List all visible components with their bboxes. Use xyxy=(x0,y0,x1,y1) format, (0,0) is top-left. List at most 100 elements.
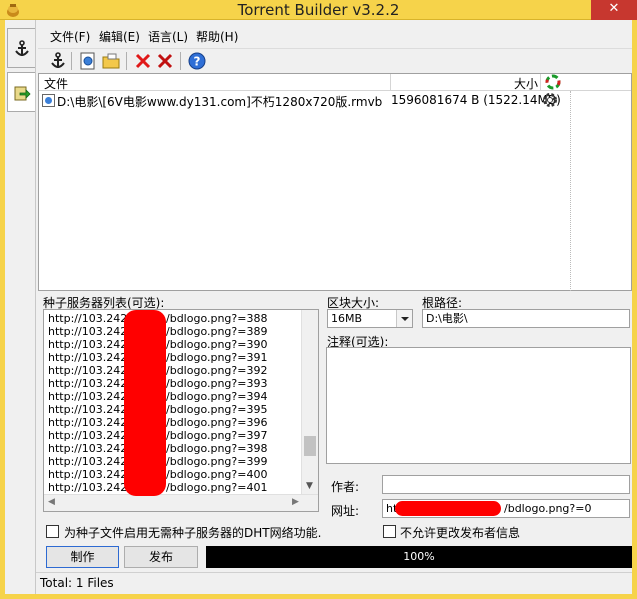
remove-all-icon[interactable] xyxy=(155,51,175,71)
author-label: 作者: xyxy=(331,480,360,494)
file-name: D:\电影\[6V电影www.dy131.com]不朽1280x720版.rmv… xyxy=(57,95,383,109)
column-gridline xyxy=(570,91,571,291)
tracker-url-prefix: http://103.242. xyxy=(48,338,131,351)
tracker-url-suffix: /bdlogo.png?=398 xyxy=(166,442,268,455)
tab-create[interactable] xyxy=(7,28,35,68)
tracker-item[interactable]: http://103.242. /bdlogo.png?=390 xyxy=(48,338,267,351)
menu-edit[interactable]: 编辑(E) xyxy=(99,27,140,47)
redaction-mark xyxy=(395,501,501,516)
tracker-list-hscrollbar[interactable]: ◀ ▶ xyxy=(44,494,318,511)
new-file-icon[interactable] xyxy=(78,51,98,71)
file-list[interactable]: 文件 大小 D:\电影\[6V电影www.dy131.com]不朽1280x72… xyxy=(38,73,632,291)
tracker-url-suffix: /bdlogo.png?=390 xyxy=(166,338,268,351)
scroll-down-arrow-icon[interactable]: ▼ xyxy=(306,481,313,491)
progress-bar: 100% xyxy=(206,546,632,568)
tracker-list-vscrollbar[interactable]: ▼ xyxy=(301,310,318,494)
tracker-url-suffix: /bdlogo.png?=397 xyxy=(166,429,268,442)
tracker-list[interactable]: ▼ ◀ ▶ http://103.242./bdlogo.png?=388 htt… xyxy=(43,309,319,512)
block-size-select[interactable]: 16MB xyxy=(327,309,413,328)
open-folder-icon[interactable] xyxy=(101,51,121,71)
redaction-mark xyxy=(124,310,166,496)
dht-checkbox[interactable] xyxy=(46,525,59,538)
tracker-url-prefix: http://103.242. xyxy=(48,455,131,468)
tracker-url-prefix: http://103.242. xyxy=(48,468,131,481)
tracker-item[interactable]: http://103.242. /bdlogo.png?=394 xyxy=(48,390,267,403)
root-path-field[interactable]: D:\电影\ xyxy=(422,309,630,328)
tracker-url-prefix: http://103.242. xyxy=(48,390,131,403)
url-field[interactable]: htt /bdlogo.png?=0 xyxy=(382,499,630,518)
scroll-right-arrow-icon[interactable]: ▶ xyxy=(292,497,299,507)
toolbar-separator xyxy=(71,52,72,70)
dht-checkbox-label: 为种子文件启用无需种子服务器的DHT网络功能. xyxy=(64,526,322,540)
tab-open[interactable] xyxy=(7,72,35,112)
scrollbar-thumb[interactable] xyxy=(304,436,316,456)
tracker-url-suffix: /bdlogo.png?=395 xyxy=(166,403,268,416)
scroll-left-arrow-icon[interactable]: ◀ xyxy=(48,497,55,507)
tracker-item[interactable]: http://103.242. /bdlogo.png?=401 xyxy=(48,481,267,494)
help-icon[interactable]: ? xyxy=(187,51,207,71)
tracker-url-suffix: /bdlogo.png?=394 xyxy=(166,390,268,403)
publish-button[interactable]: 发布 xyxy=(124,546,198,568)
tracker-url-prefix: http://103.242. xyxy=(48,351,131,364)
menu-help[interactable]: 帮助(H) xyxy=(196,27,238,47)
title-bar: Torrent Builder v3.2.2 ✕ xyxy=(0,0,637,20)
menu-file[interactable]: 文件(F) xyxy=(50,27,90,47)
open-arrow-icon xyxy=(14,86,31,101)
tracker-item[interactable]: http://103.242. /bdlogo.png?=399 xyxy=(48,455,267,468)
comment-textarea[interactable] xyxy=(326,347,631,464)
toolbar-separator xyxy=(126,52,127,70)
tracker-item[interactable]: http://103.242. /bdlogo.png?=400 xyxy=(48,468,267,481)
tracker-item[interactable]: http://103.242. /bdlogo.png?=392 xyxy=(48,364,267,377)
tracker-url-suffix: /bdlogo.png?=396 xyxy=(166,416,268,429)
column-size[interactable]: 大小 xyxy=(391,75,538,92)
column-divider[interactable] xyxy=(540,74,541,91)
no-change-checkbox[interactable] xyxy=(383,525,396,538)
remove-icon[interactable] xyxy=(133,51,153,71)
author-field[interactable] xyxy=(382,475,630,494)
tracker-url-prefix: http://103.242. xyxy=(48,481,131,494)
tracker-url-prefix: http://103.242. xyxy=(48,403,131,416)
tracker-item[interactable]: http://103.242. /bdlogo.png?=393 xyxy=(48,377,267,390)
window-frame-bottom xyxy=(0,594,637,599)
tracker-item[interactable]: http://103.242. /bdlogo.png?=397 xyxy=(48,429,267,442)
chevron-down-icon[interactable] xyxy=(396,310,412,327)
tracker-url-prefix: http://103.242. xyxy=(48,364,131,377)
column-file[interactable]: 文件 xyxy=(44,75,68,92)
window-title: Torrent Builder v3.2.2 xyxy=(237,1,400,19)
file-row[interactable]: D:\电影\[6V电影www.dy131.com]不朽1280x720版.rmv… xyxy=(39,92,631,109)
block-size-value: 16MB xyxy=(331,312,363,325)
tracker-url-suffix: /bdlogo.png?=400 xyxy=(166,468,268,481)
anchor-icon[interactable] xyxy=(48,51,68,71)
tracker-url-suffix: /bdlogo.png?=401 xyxy=(166,481,268,494)
progress-text: 100% xyxy=(403,550,435,563)
menu-language[interactable]: 语言(L) xyxy=(148,27,188,47)
tracker-item[interactable]: http://103.242. /bdlogo.png?=395 xyxy=(48,403,267,416)
tracker-item[interactable]: http://103.242. /bdlogo.png?=388 xyxy=(48,312,267,325)
status-text: Total: 1 Files xyxy=(40,576,114,590)
tracker-url-suffix: /bdlogo.png?=388 xyxy=(166,312,268,325)
tracker-item[interactable]: http://103.242. /bdlogo.png?=398 xyxy=(48,442,267,455)
tracker-url-prefix: http://103.242. xyxy=(48,377,131,390)
side-tab-strip xyxy=(5,20,36,594)
tracker-url-suffix: /bdlogo.png?=391 xyxy=(166,351,268,364)
tracker-url-suffix: /bdlogo.png?=393 xyxy=(166,377,268,390)
url-value-suffix: /bdlogo.png?=0 xyxy=(504,502,592,515)
toolbar: ? xyxy=(38,48,632,72)
toolbar-separator xyxy=(180,52,181,70)
tracker-url-prefix: http://103.242. xyxy=(48,312,131,325)
recycle-icon[interactable] xyxy=(545,74,561,90)
tracker-url-suffix: /bdlogo.png?=392 xyxy=(166,364,268,377)
tracker-url-suffix: /bdlogo.png?=389 xyxy=(166,325,268,338)
make-button[interactable]: 制作 xyxy=(46,546,119,568)
close-button[interactable]: ✕ xyxy=(591,0,637,20)
no-change-checkbox-label: 不允许更改发布者信息 xyxy=(400,526,521,540)
tracker-url-suffix: /bdlogo.png?=399 xyxy=(166,455,268,468)
tracker-item[interactable]: http://103.242. /bdlogo.png?=389 xyxy=(48,325,267,338)
url-label: 网址: xyxy=(331,504,360,518)
tracker-item[interactable]: http://103.242. /bdlogo.png?=396 xyxy=(48,416,267,429)
video-file-icon xyxy=(42,94,55,107)
file-list-header: 文件 大小 xyxy=(39,74,631,91)
file-size: 1596081674 B (1522.14MB) xyxy=(391,93,561,107)
tracker-item[interactable]: http://103.242. /bdlogo.png?=391 xyxy=(48,351,267,364)
anchor-icon xyxy=(15,40,29,56)
